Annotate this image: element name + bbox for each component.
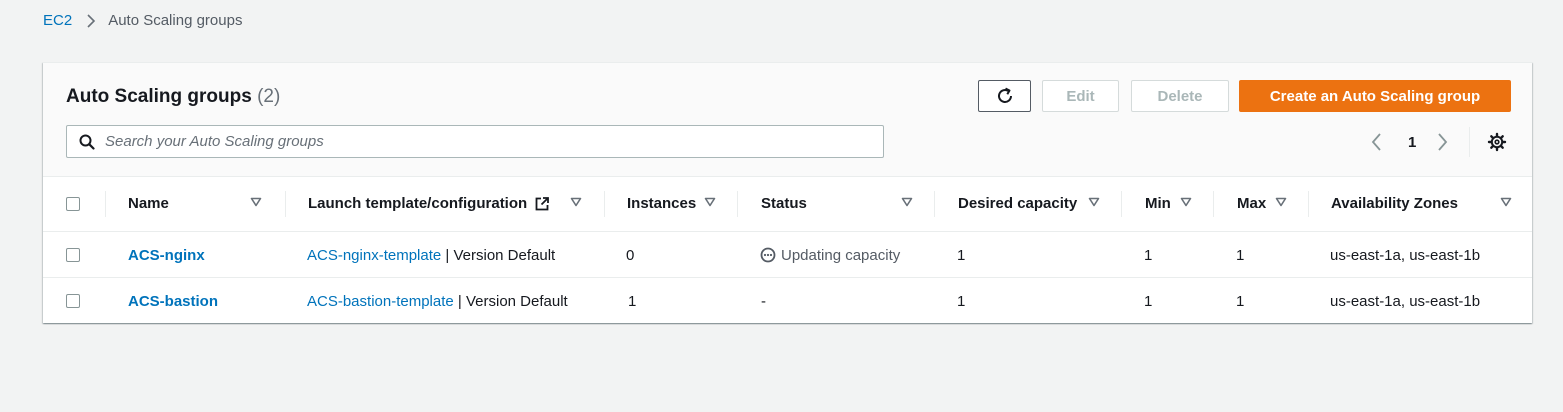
table-row[interactable]: ACS-nginx ACS-nginx-template | Version D…: [43, 231, 1532, 278]
external-link-icon: [534, 196, 550, 212]
page-number[interactable]: 1: [1408, 127, 1416, 157]
column-header-max[interactable]: Max: [1237, 177, 1266, 230]
launch-template-link[interactable]: ACS-nginx-template: [307, 247, 441, 264]
pager-divider: [1469, 127, 1470, 157]
select-all-checkbox[interactable]: [66, 196, 80, 211]
status-text: Updating capacity: [781, 246, 901, 264]
panel-header: Auto Scaling groups (2) Edit Delete Crea…: [43, 63, 1532, 177]
sort-caret-icon[interactable]: [1088, 196, 1100, 208]
desired-capacity-cell: 1: [957, 246, 966, 264]
sort-caret-icon[interactable]: [704, 196, 716, 208]
select-all-cell: [66, 177, 80, 230]
template-version: | Version Default: [453, 292, 568, 310]
column-divider: [285, 191, 286, 217]
sort-caret-icon[interactable]: [570, 196, 582, 208]
name-cell: ACS-nginx: [128, 232, 205, 278]
gear-icon: [1487, 132, 1507, 152]
instances-cell: 0: [626, 246, 635, 264]
column-divider: [934, 191, 935, 217]
title-text: Auto Scaling groups: [66, 86, 252, 107]
refresh-icon: [995, 86, 1015, 106]
max-cell: 1: [1236, 292, 1245, 310]
delete-button[interactable]: Delete: [1131, 80, 1229, 112]
sort-caret-icon[interactable]: [1180, 196, 1192, 208]
search-field[interactable]: [66, 125, 884, 158]
chevron-right-icon: [86, 13, 96, 29]
refresh-button[interactable]: [978, 80, 1031, 112]
column-divider: [737, 191, 738, 217]
row-select-cell: [66, 232, 80, 278]
availability-zones-cell: us-east-1a, us-east-1b: [1330, 246, 1481, 264]
column-header-launch-template[interactable]: Launch template/configuration: [308, 177, 550, 230]
template-version: | Version Default: [441, 246, 556, 264]
column-header-launch-template-label: Launch template/configuration: [308, 195, 528, 212]
breadcrumb-current: Auto Scaling groups: [108, 12, 243, 29]
breadcrumb-ec2-link[interactable]: EC2: [43, 12, 72, 29]
sort-caret-icon[interactable]: [1275, 196, 1287, 208]
sort-caret-icon[interactable]: [250, 196, 262, 208]
min-cell: 1: [1144, 292, 1153, 310]
create-auto-scaling-group-button[interactable]: Create an Auto Scaling group: [1239, 80, 1511, 112]
instances-cell: 1: [628, 292, 637, 310]
availability-zones-cell: us-east-1a, us-east-1b: [1330, 292, 1481, 310]
min-cell: 1: [1144, 246, 1153, 264]
row-select-cell: [66, 278, 80, 324]
column-header-availability-zones[interactable]: Availability Zones: [1331, 177, 1458, 230]
name-cell: ACS-bastion: [128, 278, 218, 324]
row-checkbox[interactable]: [66, 294, 80, 308]
row-checkbox[interactable]: [66, 248, 80, 262]
chevron-left-icon: [1370, 132, 1382, 152]
breadcrumb: EC2 Auto Scaling groups: [43, 12, 242, 29]
sort-caret-icon[interactable]: [901, 196, 913, 208]
column-header-name[interactable]: Name: [128, 177, 169, 230]
column-divider: [105, 191, 106, 217]
page-title: Auto Scaling groups (2): [66, 86, 280, 108]
search-icon: [79, 134, 95, 150]
table-header-row: Name Launch template/configuration Insta…: [43, 177, 1532, 230]
max-cell: 1: [1236, 246, 1245, 264]
next-page-button[interactable]: [1437, 127, 1449, 157]
column-header-status[interactable]: Status: [761, 177, 807, 230]
table-row[interactable]: ACS-bastion ACS-bastion-template | Versi…: [43, 277, 1532, 324]
group-name-link[interactable]: ACS-bastion: [128, 293, 218, 310]
status-cell: Updating capacity: [760, 232, 900, 278]
launch-template-cell: ACS-nginx-template | Version Default: [307, 232, 555, 278]
column-divider: [1308, 191, 1309, 217]
status-indicator: Updating capacity: [760, 247, 900, 264]
column-header-desired-capacity[interactable]: Desired capacity: [958, 177, 1077, 230]
group-name-link[interactable]: ACS-nginx: [128, 247, 205, 264]
column-divider: [1121, 191, 1122, 217]
edit-button[interactable]: Edit: [1042, 80, 1119, 112]
auto-scaling-groups-panel: Auto Scaling groups (2) Edit Delete Crea…: [43, 62, 1532, 323]
column-header-min[interactable]: Min: [1145, 177, 1171, 230]
column-divider: [1213, 191, 1214, 217]
previous-page-button[interactable]: [1370, 127, 1382, 157]
table-settings-button[interactable]: [1487, 127, 1507, 157]
launch-template-cell: ACS-bastion-template | Version Default: [307, 278, 568, 324]
launch-template-link[interactable]: ACS-bastion-template: [307, 293, 454, 310]
ellipsis-circle-icon: [760, 247, 776, 263]
chevron-right-icon: [1437, 132, 1449, 152]
sort-caret-icon[interactable]: [1500, 196, 1512, 208]
group-count: (2): [257, 86, 281, 107]
search-input[interactable]: [103, 132, 883, 151]
column-header-instances[interactable]: Instances: [627, 177, 696, 230]
status-cell: -: [761, 292, 766, 310]
column-divider: [604, 191, 605, 217]
desired-capacity-cell: 1: [957, 292, 966, 310]
